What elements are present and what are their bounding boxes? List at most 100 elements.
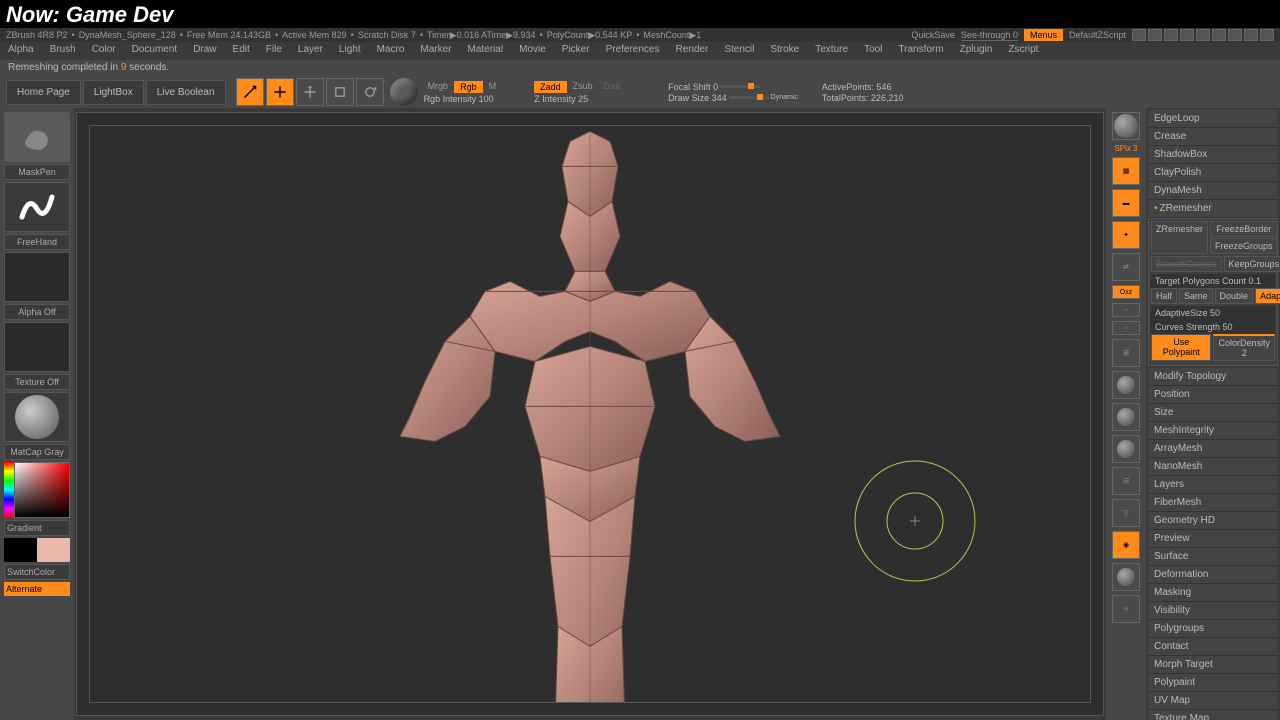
liveboolean-button[interactable]: Live Boolean <box>146 80 226 105</box>
spix-label[interactable]: SPix 3 <box>1114 144 1137 153</box>
menu-zplugin[interactable]: Zplugin <box>952 44 1001 58</box>
move-button[interactable] <box>1112 371 1140 399</box>
panel-deformation[interactable]: Deformation <box>1148 566 1278 584</box>
colordensity-slider[interactable]: ColorDensity 2 <box>1213 334 1275 361</box>
lsym-button[interactable]: ⇄ <box>1112 253 1140 281</box>
double-button[interactable]: Double <box>1215 288 1254 304</box>
move-tool[interactable] <box>296 78 324 106</box>
grid-button[interactable]: ⊟ <box>1112 467 1140 495</box>
defaultz-button[interactable]: DefaultZScript <box>1069 30 1126 40</box>
draw-size-slider[interactable]: Draw Size 344Dynamic <box>668 93 798 103</box>
alternate-button[interactable]: Alternate <box>4 582 70 596</box>
half-button[interactable]: Half <box>1151 288 1177 304</box>
menu-draw[interactable]: Draw <box>185 44 224 58</box>
draw-tool[interactable] <box>266 78 294 106</box>
menu-material[interactable]: Material <box>460 44 512 58</box>
menu-transform[interactable]: Transform <box>890 44 951 58</box>
panel-edgeloop[interactable]: EdgeLoop <box>1148 110 1278 128</box>
xyz-button[interactable]: Oxz <box>1112 285 1140 299</box>
solo-button[interactable]: ◉ <box>1112 531 1140 559</box>
panel-visibility[interactable]: Visibility <box>1148 602 1278 620</box>
viewport[interactable] <box>76 112 1104 716</box>
axis2-button[interactable]: ◦ <box>1112 321 1140 335</box>
panel-surface[interactable]: Surface <box>1148 548 1278 566</box>
alpha-thumb[interactable] <box>4 252 70 302</box>
m-button[interactable]: M <box>485 81 501 93</box>
material-thumb[interactable] <box>4 392 70 442</box>
z-intensity-slider[interactable]: Z Intensity 25 <box>534 94 624 104</box>
win-icon-6[interactable] <box>1212 29 1226 41</box>
same-button[interactable]: Same <box>1179 288 1213 304</box>
freezegroups-button[interactable]: FreezeGroups <box>1210 238 1278 254</box>
rgb-intensity-slider[interactable]: Rgb Intensity 100 <box>424 94 501 104</box>
zremesher-button[interactable]: ZRemesher <box>1151 221 1208 254</box>
material-sphere[interactable] <box>390 78 418 106</box>
zcut-button[interactable]: Zcut <box>599 81 625 93</box>
bpr-button[interactable] <box>1112 112 1140 140</box>
gradient-label[interactable]: Gradient <box>4 520 70 536</box>
menu-brush[interactable]: Brush <box>42 44 84 58</box>
win-icon-5[interactable] <box>1196 29 1210 41</box>
win-icon-1[interactable] <box>1132 29 1146 41</box>
seethrough-slider[interactable]: See-through 0 <box>961 30 1018 41</box>
freezeborder-button[interactable]: FreezeBorder <box>1210 221 1278 237</box>
mesh-integrity[interactable]: MeshIntegrity <box>1148 422 1278 440</box>
axis-button[interactable]: ◦ <box>1112 303 1140 317</box>
panel-geometry-hd[interactable]: Geometry HD <box>1148 512 1278 530</box>
scale-tool[interactable] <box>326 78 354 106</box>
menu-document[interactable]: Document <box>124 44 186 58</box>
panel-dynamesh[interactable]: DynaMesh <box>1148 182 1278 200</box>
rotate-tool[interactable] <box>356 78 384 106</box>
transp-button[interactable]: ▽ <box>1112 499 1140 527</box>
frame-button[interactable]: ⊞ <box>1112 339 1140 367</box>
quicksave-button[interactable]: QuickSave <box>911 30 955 40</box>
panel-morph-target[interactable]: Morph Target <box>1148 656 1278 674</box>
menu-texture[interactable]: Texture <box>807 44 856 58</box>
home-button[interactable]: Home Page <box>6 80 81 105</box>
modify-topology[interactable]: Modify Topology <box>1148 368 1278 386</box>
persp-button[interactable]: ▦ <box>1112 157 1140 185</box>
size[interactable]: Size <box>1148 404 1278 422</box>
menu-light[interactable]: Light <box>331 44 369 58</box>
lightbox-button[interactable]: LightBox <box>83 80 144 105</box>
primary-color[interactable] <box>37 538 70 562</box>
brush-thumb[interactable] <box>4 112 70 162</box>
zoom-button[interactable] <box>1112 403 1140 431</box>
win-icon-3[interactable] <box>1164 29 1178 41</box>
panel-arraymesh[interactable]: ArrayMesh <box>1148 440 1278 458</box>
rgb-button[interactable]: Rgb <box>454 81 483 93</box>
panel-polygroups[interactable]: Polygroups <box>1148 620 1278 638</box>
win-icon-2[interactable] <box>1148 29 1162 41</box>
panel-uv-map[interactable]: UV Map <box>1148 692 1278 710</box>
smoothgroups-button[interactable]: SmoothGroups <box>1151 256 1222 272</box>
panel-claypolish[interactable]: ClayPolish <box>1148 164 1278 182</box>
panel-preview[interactable]: Preview <box>1148 530 1278 548</box>
panel-texture-map[interactable]: Texture Map <box>1148 710 1278 720</box>
panel-contact[interactable]: Contact <box>1148 638 1278 656</box>
menu-stencil[interactable]: Stencil <box>716 44 762 58</box>
keepgroups-button[interactable]: KeepGroups <box>1224 256 1280 272</box>
menu-macro[interactable]: Macro <box>369 44 413 58</box>
adapt-button[interactable]: Adapt <box>1255 288 1280 304</box>
local-button[interactable]: ✦ <box>1112 221 1140 249</box>
menus-button[interactable]: Menus <box>1024 29 1063 41</box>
menu-marker[interactable]: Marker <box>412 44 459 58</box>
curves-slider[interactable]: Curves Strength 50 <box>1151 320 1275 334</box>
win-icon-4[interactable] <box>1180 29 1194 41</box>
minimize-icon[interactable] <box>1228 29 1242 41</box>
menu-preferences[interactable]: Preferences <box>598 44 668 58</box>
panel-nanomesh[interactable]: NanoMesh <box>1148 458 1278 476</box>
mrgb-button[interactable]: Mrgb <box>424 81 453 93</box>
menu-file[interactable]: File <box>258 44 290 58</box>
rotate-button[interactable] <box>1112 435 1140 463</box>
menu-zscript[interactable]: Zscript <box>1000 44 1046 58</box>
color-field[interactable] <box>14 462 70 518</box>
menu-layer[interactable]: Layer <box>290 44 331 58</box>
close-icon[interactable] <box>1260 29 1274 41</box>
menu-alpha[interactable]: Alpha <box>0 44 42 58</box>
panel-layers[interactable]: Layers <box>1148 476 1278 494</box>
menu-color[interactable]: Color <box>84 44 124 58</box>
stroke-thumb[interactable] <box>4 182 70 232</box>
maximize-icon[interactable] <box>1244 29 1258 41</box>
secondary-color[interactable] <box>4 538 37 562</box>
